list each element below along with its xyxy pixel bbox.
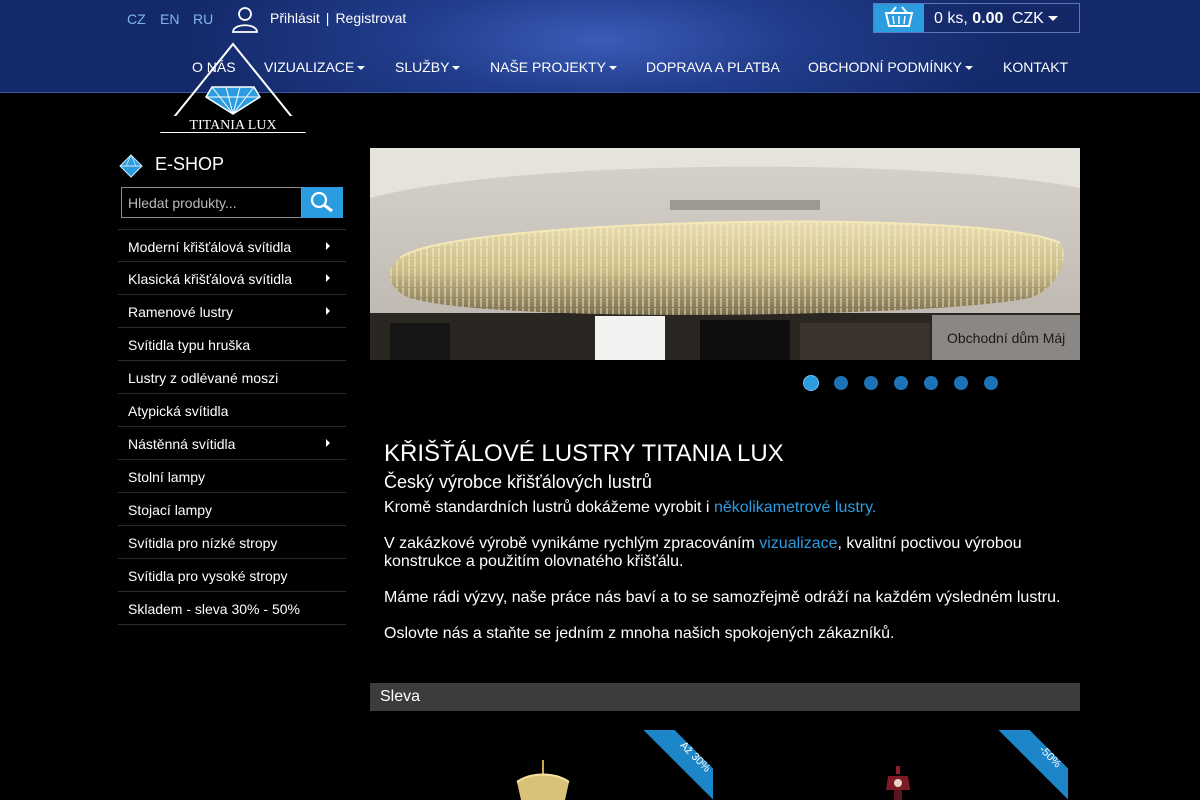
slider-dot-7[interactable] bbox=[984, 376, 998, 390]
intro-paragraph-4: Oslovte nás a staňte se jedním z mnoha n… bbox=[384, 625, 895, 642]
slider-dot-1[interactable] bbox=[804, 376, 818, 390]
page-subtitle: Český výrobce křišťálových lustrů bbox=[384, 472, 652, 492]
search-input[interactable] bbox=[121, 187, 302, 218]
category-item[interactable]: Skladem - sleva 30% - 50% bbox=[118, 592, 346, 625]
register-link[interactable]: Registrovat bbox=[335, 10, 406, 26]
cart-count: 0 ks, bbox=[934, 10, 968, 27]
search-button[interactable] bbox=[302, 187, 343, 218]
crystal-icon bbox=[119, 154, 143, 178]
chevron-down-icon bbox=[452, 66, 461, 71]
search-icon bbox=[310, 191, 333, 213]
auth-separator: | bbox=[325, 10, 330, 26]
product-search bbox=[121, 187, 343, 218]
discount-ribbon: Až 30% bbox=[641, 730, 713, 800]
chandelier-thumbnail bbox=[516, 760, 570, 800]
page-title: KŘIŠŤÁLOVÉ LUSTRY TITANIA LUX bbox=[384, 440, 784, 467]
category-item[interactable]: Ramenové lustry bbox=[118, 295, 346, 328]
slider-dot-4[interactable] bbox=[894, 376, 908, 390]
nav-obchodni-podminky[interactable]: OBCHODNÍ PODMÍNKY bbox=[808, 59, 974, 75]
intro-paragraph-2: V zakázkové výrobě vynikáme rychlým zpra… bbox=[384, 535, 1022, 570]
product-card[interactable]: -50% bbox=[738, 730, 1068, 800]
intro-paragraph-3: Máme rádi výzvy, naše práce nás baví a t… bbox=[384, 589, 1061, 606]
eshop-category-menu: Moderní křišťálová svítidla Klasická kři… bbox=[118, 229, 346, 625]
nav-sluzby[interactable]: SLUŽBY bbox=[395, 59, 461, 75]
category-item[interactable]: Lustry z odlévané moszi bbox=[118, 361, 346, 394]
eshop-title: E-SHOP bbox=[155, 154, 225, 174]
cart-currency: CZK bbox=[1011, 10, 1044, 27]
sale-section-header: Sleva bbox=[370, 683, 1080, 711]
product-card[interactable]: Až 30% bbox=[383, 730, 713, 800]
visualization-link[interactable]: vizualizace bbox=[759, 535, 837, 552]
slider-dot-5[interactable] bbox=[924, 376, 938, 390]
chevron-down-icon bbox=[357, 66, 366, 71]
multi-meter-chandeliers-link[interactable]: několikametrové lustry. bbox=[714, 499, 876, 516]
basket-icon bbox=[884, 6, 914, 27]
lang-en[interactable]: EN bbox=[160, 11, 179, 27]
category-item[interactable]: Svítidla pro nízké stropy bbox=[118, 526, 346, 559]
discount-ribbon: -50% bbox=[996, 730, 1068, 800]
logo-text: TITANIA LUX bbox=[189, 118, 276, 133]
slider-dot-6[interactable] bbox=[954, 376, 968, 390]
lang-ru[interactable]: RU bbox=[193, 11, 213, 27]
slide-caption[interactable]: Obchodní dům Máj bbox=[932, 315, 1080, 360]
login-link[interactable]: Přihlásit bbox=[270, 10, 320, 26]
chevron-right-icon bbox=[326, 274, 330, 282]
chevron-right-icon bbox=[326, 439, 330, 447]
category-item[interactable]: Svítidla typu hruška bbox=[118, 328, 346, 361]
titania-lux-logo[interactable]: TITANIA LUX bbox=[160, 42, 306, 134]
chevron-down-icon bbox=[965, 66, 974, 71]
cart-button[interactable] bbox=[874, 4, 924, 32]
category-item[interactable]: Moderní křišťálová svítidla bbox=[118, 229, 346, 262]
lang-cz[interactable]: CZ bbox=[127, 11, 146, 27]
category-item[interactable]: Atypická svítidla bbox=[118, 394, 346, 427]
category-item[interactable]: Stolní lampy bbox=[118, 460, 346, 493]
category-item[interactable]: Nástěnná svítidla bbox=[118, 427, 346, 460]
category-item[interactable]: Stojací lampy bbox=[118, 493, 346, 526]
cart-widget[interactable]: 0 ks, 0.00 CZK bbox=[873, 3, 1080, 33]
nav-nase-projekty[interactable]: NAŠE PROJEKTY bbox=[490, 59, 617, 75]
nav-kontakt[interactable]: KONTAKT bbox=[1003, 59, 1068, 75]
user-icon[interactable] bbox=[230, 4, 260, 34]
category-item[interactable]: Klasická křišťálová svítidla bbox=[118, 262, 346, 295]
sale-section-title: Sleva bbox=[380, 688, 421, 705]
cart-summary: 0 ks, 0.00 CZK bbox=[934, 10, 1058, 28]
chevron-down-icon bbox=[608, 66, 617, 71]
intro-paragraph-1: Kromě standardních lustrů dokážeme vyrob… bbox=[384, 499, 877, 516]
cart-total: 0.00 bbox=[972, 10, 1004, 27]
slider-dot-2[interactable] bbox=[834, 376, 848, 390]
category-item[interactable]: Svítidla pro vysoké stropy bbox=[118, 559, 346, 592]
chevron-right-icon bbox=[326, 242, 330, 250]
nav-doprava-a-platba[interactable]: DOPRAVA A PLATBA bbox=[646, 59, 780, 75]
auth-links: Přihlásit | Registrovat bbox=[270, 10, 406, 26]
chevron-down-icon[interactable] bbox=[1047, 16, 1058, 22]
chevron-right-icon bbox=[326, 307, 330, 315]
slider-dot-3[interactable] bbox=[864, 376, 878, 390]
wall-lamp-thumbnail bbox=[886, 766, 910, 800]
